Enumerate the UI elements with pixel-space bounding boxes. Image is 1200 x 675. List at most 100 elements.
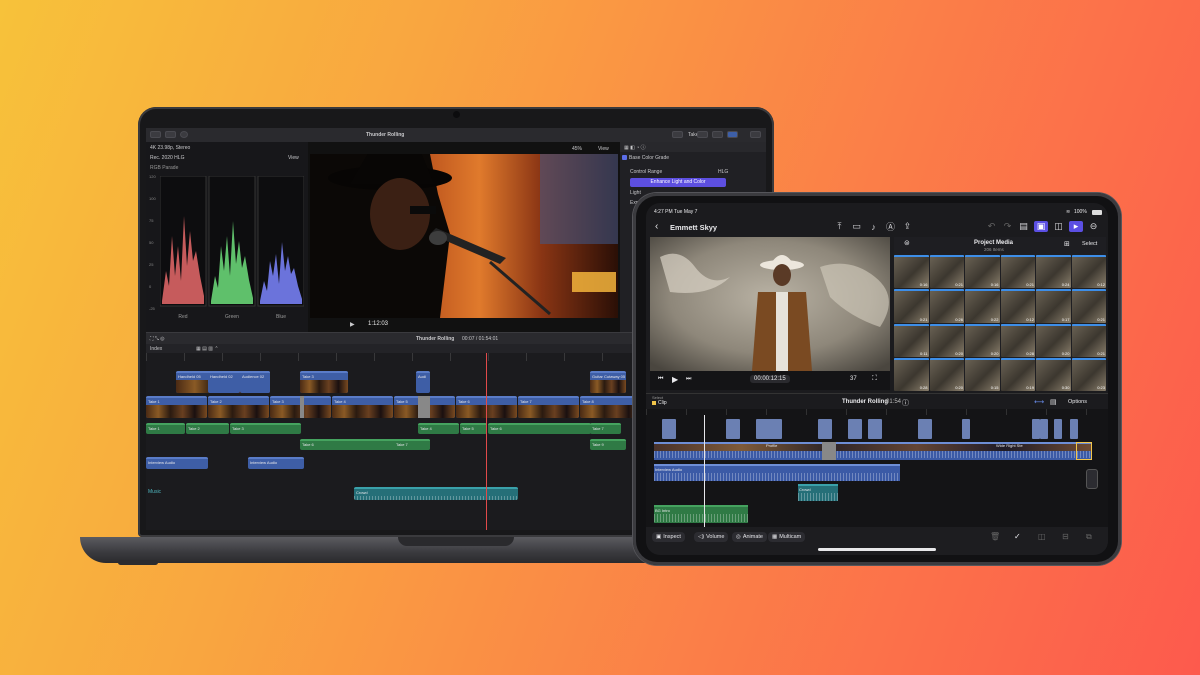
project-name[interactable]: Thunder Rolling	[416, 336, 454, 342]
media-thumbnail[interactable]: 0:28	[1000, 323, 1035, 357]
effect-checkbox[interactable]	[622, 155, 627, 160]
scope-view-menu[interactable]: View	[288, 155, 299, 161]
play-icon[interactable]: ▶	[350, 321, 355, 328]
viewer-zoom[interactable]: 37	[850, 376, 857, 382]
media-thumbnail[interactable]: 0:21	[1071, 289, 1106, 323]
clip-select-icon[interactable]	[652, 401, 656, 405]
connected-clip[interactable]	[818, 419, 832, 439]
redo-icon[interactable]: ↷	[1002, 221, 1013, 232]
media-thumbnail[interactable]: 0:20	[929, 323, 964, 357]
microphone-icon[interactable]: ♪	[868, 221, 879, 232]
connected-clip[interactable]	[868, 419, 882, 439]
media-thumbnail[interactable]: 0:12	[1000, 289, 1035, 323]
timeline-clip[interactable]: Take 3	[300, 371, 348, 393]
grid-view-icon[interactable]: ⊞	[1064, 240, 1070, 248]
enhance-light-color-button[interactable]: Enhance Light and Color	[630, 178, 726, 187]
camera-icon[interactable]: ▭	[851, 221, 862, 232]
media-thumbnail[interactable]: 0:20	[929, 357, 964, 391]
clip-mode-label[interactable]: Clip	[658, 400, 667, 406]
gap-clip[interactable]	[418, 396, 430, 418]
media-thumbnail[interactable]: 0:20	[1036, 323, 1071, 357]
primary-clip[interactable]: Take 8	[580, 396, 641, 418]
audio-clip[interactable]: Take 4	[418, 423, 459, 434]
timeline-clip[interactable]: Audience 02	[240, 371, 270, 393]
effects-icon[interactable]: ◫	[1053, 221, 1064, 232]
keyword-button[interactable]	[165, 131, 176, 138]
audio-clip[interactable]: Take 5	[460, 423, 487, 434]
audio-clip[interactable]: Take 3	[230, 423, 301, 434]
import-icon[interactable]: ⤒	[834, 221, 845, 232]
audio-clip[interactable]: Interview Audio	[146, 457, 208, 469]
import-button[interactable]	[150, 131, 161, 138]
viewer-view-menu[interactable]: View	[598, 146, 609, 152]
timeline-clip[interactable]: Guitar Cutaway 05	[590, 371, 626, 393]
share-icon[interactable]: ⇪	[902, 221, 913, 232]
interview-audio-clip[interactable]: Interview Audio	[654, 464, 900, 481]
connected-clip[interactable]	[726, 419, 740, 439]
audio-clip[interactable]: Take 7	[590, 423, 621, 434]
audio-clip[interactable]: Interview Audio	[248, 457, 304, 469]
export-button[interactable]	[750, 131, 761, 138]
audio-clip[interactable]: Take 1	[146, 423, 185, 434]
connected-clip[interactable]	[662, 419, 676, 439]
primary-clip[interactable]: Take 7	[518, 396, 579, 418]
connected-clip[interactable]	[1032, 419, 1040, 439]
options-menu[interactable]: Options	[1068, 399, 1087, 405]
media-thumbnail[interactable]: 0:21	[894, 289, 929, 323]
viewer-zoom[interactable]: 45%	[572, 146, 582, 152]
media-thumbnail[interactable]: 0:21	[1000, 255, 1035, 289]
select-button[interactable]: Select	[1082, 241, 1097, 247]
crowd-audio-clip[interactable]: Crowd	[798, 484, 838, 501]
share-button[interactable]	[672, 131, 683, 138]
media-thumbnail[interactable]: 0:17	[1036, 289, 1071, 323]
timeline-toggle[interactable]	[712, 131, 723, 138]
playhead[interactable]	[486, 353, 487, 530]
media-thumbnail[interactable]: 0:30	[1036, 357, 1071, 391]
primary-clip[interactable]: Take 4	[332, 396, 393, 418]
audio-clip[interactable]: Take 6	[488, 423, 591, 434]
media-thumbnail[interactable]: 0:20	[965, 323, 1000, 357]
audio-clip[interactable]: Take 2	[186, 423, 229, 434]
auto-crop-icon[interactable]: Ⓐ	[885, 221, 896, 232]
media-thumbnail[interactable]: 0:15	[965, 357, 1000, 391]
connected-clip[interactable]	[918, 419, 932, 439]
audio-clip[interactable]: Take 7	[394, 439, 430, 450]
animate-button[interactable]: ◎ Animate	[732, 532, 767, 542]
undo-icon[interactable]: ↶	[986, 221, 997, 232]
media-thumbnail[interactable]: 0:26	[929, 289, 964, 323]
media-thumbnail[interactable]: 0:21	[929, 255, 964, 289]
media-thumbnail[interactable]: 0:23	[1071, 357, 1106, 391]
media-thumbnail[interactable]: 0:16	[965, 255, 1000, 289]
connected-clip[interactable]	[1054, 419, 1062, 439]
titles-icon[interactable]: ▤	[1018, 221, 1029, 232]
media-thumbnail[interactable]: 0:11	[894, 323, 929, 357]
filter-icon[interactable]: ⊜	[904, 239, 910, 247]
media-thumbnail[interactable]: 0:21	[1071, 323, 1106, 357]
media-thumbnail[interactable]: 0:22	[965, 289, 1000, 323]
gap-clip[interactable]	[300, 396, 304, 418]
inspect-button[interactable]: ▣ Inspect	[652, 532, 685, 542]
browser-toggle[interactable]	[697, 131, 708, 138]
more-icon[interactable]: ⊖	[1088, 221, 1099, 232]
volume-button[interactable]: ◁) Volume	[694, 532, 729, 542]
media-thumbnail[interactable]: 0:19	[1000, 357, 1035, 391]
edit-tools-icon[interactable]: ⛶ ⤡ ◎	[150, 336, 165, 342]
connected-clip[interactable]	[1070, 419, 1078, 439]
info-icon[interactable]: ⓘ	[902, 398, 909, 408]
primary-clip[interactable]: Take 2	[208, 396, 269, 418]
timeline-clip[interactable]: Handheld 02	[208, 371, 240, 393]
selected-clip[interactable]	[1076, 442, 1092, 460]
back-chevron-icon[interactable]: ‹	[655, 221, 658, 232]
play-icon[interactable]: ▶	[672, 375, 678, 384]
index-button[interactable]: Index	[150, 346, 162, 352]
skip-back-icon[interactable]: ⏮	[658, 376, 663, 383]
split-icon[interactable]: ◫	[1038, 532, 1046, 541]
multicam-button[interactable]: ▦ Multicam	[768, 532, 806, 542]
audio-clip[interactable]: Take 9	[590, 439, 626, 450]
gap-clip[interactable]	[822, 442, 836, 460]
delete-icon[interactable]: 🗑	[990, 532, 1000, 541]
inspector-toggle[interactable]	[727, 131, 738, 138]
snapping-icon[interactable]: ⟷	[1034, 398, 1044, 406]
detach-icon[interactable]: ⊟	[1062, 532, 1069, 541]
media-thumbnail[interactable]: 0:12	[1071, 255, 1106, 289]
